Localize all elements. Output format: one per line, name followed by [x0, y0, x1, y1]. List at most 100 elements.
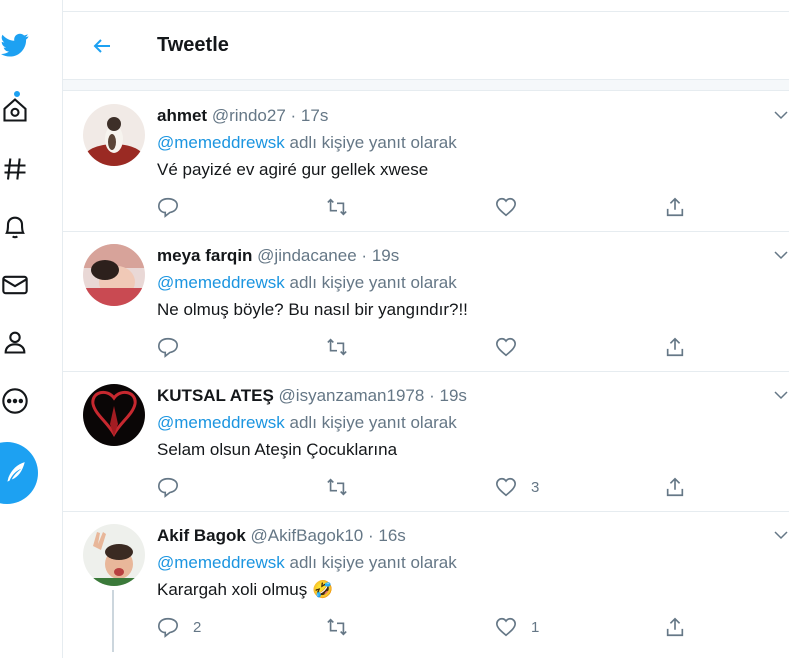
tweet[interactable]: ahmet @rindo27 · 17s @memeddrewsk adlı k…: [63, 92, 789, 232]
chevron-down-icon[interactable]: [772, 526, 789, 544]
avatar[interactable]: [83, 384, 145, 446]
thread-line: [112, 590, 114, 652]
timestamp[interactable]: 17s: [301, 106, 328, 125]
tweet[interactable]: Akif Bagok @AkifBagok10 · 16s @memeddrew…: [63, 512, 789, 652]
avatar[interactable]: [83, 104, 145, 166]
share-button[interactable]: [664, 475, 686, 499]
reply-suffix: adlı kişiye yanıt olarak: [284, 413, 457, 432]
user-handle[interactable]: @jindacanee: [257, 246, 357, 265]
mail-icon[interactable]: [0, 270, 30, 300]
mention-link[interactable]: @memeddrewsk: [157, 413, 285, 432]
separator-dot: ·: [367, 526, 374, 545]
reply-button[interactable]: [157, 335, 193, 359]
compose-button[interactable]: [0, 442, 38, 504]
like-button[interactable]: [495, 195, 531, 219]
like-button[interactable]: 3: [495, 475, 539, 499]
reply-icon: [158, 197, 178, 218]
home-icon[interactable]: [0, 95, 30, 125]
reply-button[interactable]: 2: [157, 615, 201, 639]
timestamp[interactable]: 19s: [439, 386, 466, 405]
separator-dot: ·: [429, 386, 435, 405]
display-name[interactable]: KUTSAL ATEŞ: [157, 386, 274, 405]
reply-suffix: adlı kişiye yanıt olarak: [284, 133, 457, 152]
like-button[interactable]: [495, 335, 531, 359]
reply-button[interactable]: [157, 475, 193, 499]
timestamp[interactable]: 16s: [378, 526, 405, 545]
feed-separator: [63, 80, 789, 91]
user-handle[interactable]: @AkifBagok10: [251, 526, 364, 545]
reply-suffix: adlı kişiye yanıt olarak: [284, 553, 457, 572]
mention-link[interactable]: @memeddrewsk: [157, 133, 285, 152]
retweet-icon: [327, 478, 347, 496]
share-button[interactable]: [664, 195, 686, 219]
avatar[interactable]: [83, 524, 145, 586]
user-handle[interactable]: @isyanzaman1978: [279, 386, 425, 405]
tweet-text: Ne olmuş böyle? Bu nasıl bir yangındır?!…: [157, 300, 468, 319]
twitter-logo-icon[interactable]: [0, 30, 30, 60]
tweet-actions: 2 1: [157, 615, 757, 639]
chevron-down-icon[interactable]: [772, 386, 789, 404]
notification-dot: [13, 90, 21, 98]
share-icon: [666, 197, 684, 217]
timestamp[interactable]: 19s: [372, 246, 399, 265]
retweet-icon: [327, 618, 347, 636]
display-name[interactable]: meya farqin: [157, 246, 252, 265]
retweet-button[interactable]: [326, 335, 362, 359]
tweet-actions: [157, 335, 757, 359]
main-column: Tweetle ahmet @rindo27 · 17s @memeddrews…: [62, 0, 789, 658]
reply-count: 2: [193, 618, 202, 636]
reply-context: @memeddrewsk adlı kişiye yanıt olarak: [157, 413, 457, 433]
reply-icon: [158, 617, 178, 638]
heart-icon: [496, 477, 516, 497]
share-button[interactable]: [664, 615, 686, 639]
reply-button[interactable]: [157, 195, 193, 219]
like-count: 1: [531, 618, 540, 636]
left-sidebar: [0, 0, 62, 658]
mention-link[interactable]: @memeddrewsk: [157, 553, 285, 572]
tweet-text: Selam olsun Ateşin Çocuklarına: [157, 440, 398, 459]
retweet-button[interactable]: [326, 615, 362, 639]
compose-icon: [7, 462, 25, 482]
like-count: 3: [531, 478, 540, 496]
chevron-down-icon[interactable]: [772, 246, 789, 264]
display-name[interactable]: ahmet: [157, 106, 207, 125]
chevron-down-icon[interactable]: [772, 106, 789, 124]
separator-dot: ·: [290, 106, 297, 125]
reply-suffix: adlı kişiye yanıt olarak: [284, 273, 457, 292]
mention-link[interactable]: @memeddrewsk: [157, 273, 285, 292]
hashtag-icon[interactable]: [0, 154, 30, 184]
back-button[interactable]: [82, 26, 122, 66]
page-header: Tweetle: [63, 12, 789, 80]
top-strip: [63, 0, 789, 12]
tweet-actions: 3: [157, 475, 757, 499]
reply-context: @memeddrewsk adlı kişiye yanıt olarak: [157, 133, 457, 153]
share-icon: [666, 477, 684, 497]
heart-icon: [496, 337, 516, 357]
heart-icon: [496, 617, 516, 637]
profile-icon[interactable]: [0, 327, 30, 357]
reply-context: @memeddrewsk adlı kişiye yanıt olarak: [157, 553, 457, 573]
share-icon: [666, 337, 684, 357]
arrow-left-icon: [93, 38, 110, 53]
reply-icon: [158, 337, 178, 358]
tweet-text: Vé payizé ev agiré gur gellek xwese: [157, 160, 429, 179]
tweet[interactable]: meya farqin @jindacanee · 19s @memeddrew…: [63, 232, 789, 372]
tweet-actions: [157, 195, 757, 219]
page-title: Tweetle: [157, 34, 229, 56]
user-handle[interactable]: @rindo27: [212, 106, 286, 125]
share-icon: [666, 617, 684, 637]
more-icon[interactable]: [0, 386, 30, 416]
retweet-icon: [327, 338, 347, 356]
reply-context: @memeddrewsk adlı kişiye yanıt olarak: [157, 273, 457, 293]
display-name[interactable]: Akif Bagok: [157, 526, 246, 545]
separator-dot: ·: [361, 246, 368, 265]
share-button[interactable]: [664, 335, 686, 359]
bell-icon[interactable]: [0, 212, 30, 242]
retweet-button[interactable]: [326, 475, 362, 499]
tweet[interactable]: KUTSAL ATEŞ @isyanzaman1978 · 19s @memed…: [63, 372, 789, 512]
reply-icon: [158, 477, 178, 498]
tweet-text: Karargah xoli olmuş 🤣: [157, 580, 334, 599]
retweet-button[interactable]: [326, 195, 362, 219]
avatar[interactable]: [83, 244, 145, 306]
like-button[interactable]: 1: [495, 615, 539, 639]
